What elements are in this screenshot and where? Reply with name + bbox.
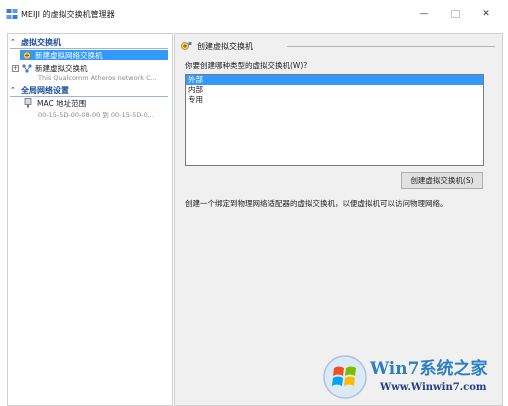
- expand-icon[interactable]: +: [12, 65, 19, 72]
- sidebar-item-label: 新建虚拟网络交换机: [35, 50, 103, 60]
- switch-type-question: 你要创建哪种类型的虚拟交换机(W)?: [185, 61, 308, 70]
- network-switch-icon: [22, 63, 32, 73]
- collapse-chevron-icon[interactable]: ⌃: [10, 86, 18, 94]
- sidebar-item-label: 新建虚拟交换机: [35, 63, 88, 73]
- sidebar-item-label: MAC 地址范围: [37, 98, 87, 108]
- list-item-internal[interactable]: 内部: [186, 85, 483, 95]
- section-header-global-network-settings[interactable]: ⌃ 全局网络设置: [10, 85, 168, 95]
- section-header-virtual-switches[interactable]: ⌃ 虚拟交换机: [10, 37, 168, 47]
- maximize-button[interactable]: [440, 6, 470, 22]
- create-switch-icon: [181, 42, 192, 50]
- header-divider: [287, 46, 495, 47]
- sidebar-item-new-virtual-network-switch[interactable]: 新建虚拟网络交换机: [20, 50, 168, 60]
- switch-type-description: 创建一个绑定到物理网络适配器的虚拟交换机，以便虚拟机可以访问物理网络。: [185, 199, 448, 208]
- watermark: Win7系统之家 Www.Winwin7.com: [322, 350, 508, 404]
- navigation-pane: ⌃ 虚拟交换机 新建虚拟网络交换机 + 新建虚拟交换机 This Qualcom…: [7, 33, 173, 406]
- sidebar-item-subtitle: This Qualcomm Atheros network C...: [38, 74, 157, 82]
- close-icon: ✕: [482, 9, 490, 19]
- page-title: 创建虚拟交换机: [181, 40, 253, 52]
- header-label: 创建虚拟交换机: [197, 41, 253, 51]
- sidebar-item-mac-address-range[interactable]: MAC 地址范围: [20, 98, 86, 108]
- list-item-external[interactable]: 外部: [186, 75, 483, 85]
- section-label: 全局网络设置: [21, 85, 69, 95]
- sidebar-item-new-virtual-switch[interactable]: 新建虚拟交换机: [20, 63, 88, 73]
- sidebar-item-subtitle: 00-15-5D-00-08-00 到 00-15-5D-0...: [38, 111, 154, 119]
- watermark-url: Www.Winwin7.com: [380, 382, 487, 393]
- maximize-icon: [450, 10, 460, 18]
- title-bar: MEIJI 的虚拟交换机管理器 — ✕: [0, 0, 508, 28]
- list-item-private[interactable]: 专用: [186, 95, 483, 105]
- close-button[interactable]: ✕: [471, 6, 501, 22]
- new-switch-icon: [23, 51, 31, 59]
- window-title: MEIJI 的虚拟交换机管理器: [21, 10, 115, 19]
- watermark-brand: Win7系统之家: [370, 359, 488, 379]
- collapse-chevron-icon[interactable]: ⌃: [10, 38, 18, 46]
- network-adapter-icon: [24, 98, 32, 108]
- virtual-switch-manager-icon: [6, 9, 18, 19]
- create-virtual-switch-button[interactable]: 创建虚拟交换机(S): [401, 172, 483, 189]
- minimize-icon: —: [419, 9, 429, 19]
- section-label: 虚拟交换机: [21, 37, 61, 47]
- minimize-button[interactable]: —: [409, 6, 439, 22]
- windows-logo-icon: [323, 355, 367, 399]
- switch-type-listbox[interactable]: 外部 内部 专用: [185, 74, 484, 166]
- section-divider: [10, 96, 168, 97]
